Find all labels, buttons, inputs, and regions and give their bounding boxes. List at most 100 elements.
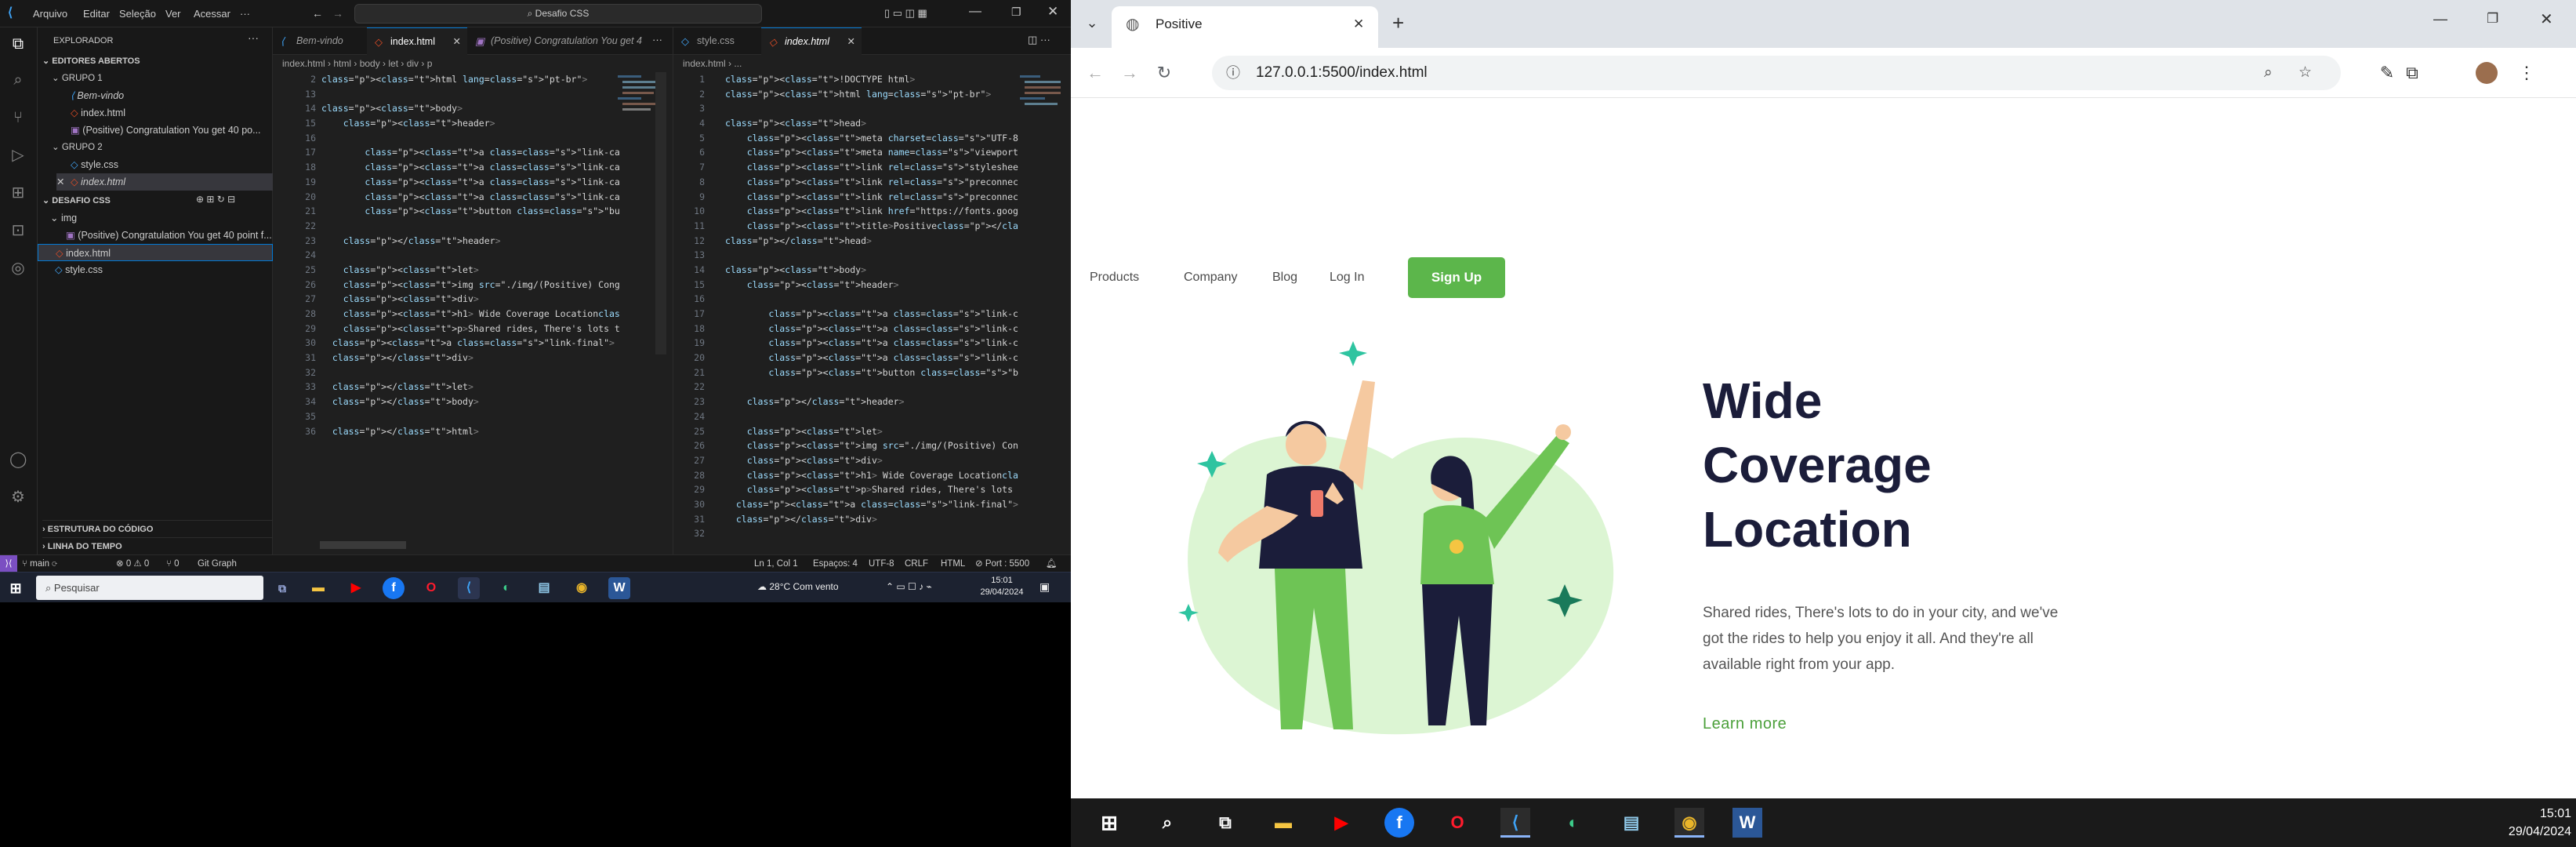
code-line[interactable]: class="p"><class="t">a class=class="s">"… bbox=[725, 497, 1018, 512]
menu-selecao[interactable]: Seleção bbox=[119, 0, 156, 27]
explorer-actions-icons[interactable]: ⊕ ⊞ ↻ ⊟ bbox=[196, 194, 235, 205]
git-graph-status[interactable]: Git Graph bbox=[198, 555, 237, 573]
forward-icon[interactable]: → bbox=[1116, 60, 1143, 86]
code-line[interactable]: class="p"></class="t">body> bbox=[321, 394, 619, 409]
live-server-port[interactable]: ⊘ Port : 5500 bbox=[975, 555, 1029, 573]
file-item[interactable]: ◇ style.css bbox=[55, 261, 290, 278]
scrollbar[interactable] bbox=[655, 72, 666, 354]
open-editor-item[interactable]: ◇ index.html bbox=[71, 104, 306, 122]
chrome-icon[interactable]: ◉ bbox=[1674, 808, 1704, 838]
code-line[interactable]: class="p"><class="t">link rel=class="s">… bbox=[725, 190, 1018, 205]
clock[interactable]: 15:01 29/04/2024 bbox=[980, 575, 1024, 598]
code-line[interactable]: class="p"><class="t">header> bbox=[321, 116, 619, 131]
profile-avatar[interactable] bbox=[2476, 62, 2498, 84]
code-line[interactable]: class="p"><class="t">a class=class="s">"… bbox=[321, 336, 619, 351]
code-line[interactable]: class="p"><class="t">a class=class="s">"… bbox=[321, 145, 619, 160]
cursor-position[interactable]: Ln 1, Col 1 bbox=[754, 555, 798, 573]
problems-indicator[interactable]: ⊗ 0 ⚠ 0 bbox=[116, 555, 149, 573]
code-line[interactable]: class="p"></class="t">header> bbox=[725, 394, 1018, 409]
new-tab-icon[interactable]: + bbox=[1392, 13, 1404, 33]
code-line[interactable]: class="p"><class="t">a class=class="s">"… bbox=[725, 322, 1018, 336]
minimap[interactable] bbox=[1020, 72, 1067, 174]
encoding[interactable]: UTF-8 bbox=[869, 555, 894, 573]
youtube-icon[interactable]: ▶ bbox=[345, 577, 367, 599]
code-line[interactable]: class="p"><class="t">let> bbox=[725, 424, 1018, 439]
code-line[interactable]: class="p"><class="t">a class=class="s">"… bbox=[725, 336, 1018, 351]
close-icon[interactable]: ✕ bbox=[56, 173, 64, 191]
code-line[interactable]: class="p"></class="t">div> bbox=[725, 512, 1018, 527]
extensions-icon[interactable]: ⊞ bbox=[9, 184, 27, 202]
code-line[interactable]: class="p"></class="t">head> bbox=[725, 234, 1018, 249]
branch-indicator[interactable]: ⑂ main ⟳ bbox=[22, 555, 57, 573]
menu-editar[interactable]: Editar bbox=[83, 0, 110, 27]
extensions-puzzle-icon[interactable]: ⧉ bbox=[2399, 60, 2425, 86]
code-line[interactable]: class="p"><class="t">p>Shared rides, The… bbox=[321, 322, 619, 336]
code-line[interactable]: class="p"><class="t">h1> Wide Coverage L… bbox=[321, 307, 619, 322]
code-line[interactable] bbox=[725, 380, 1018, 394]
nav-blog[interactable]: Blog bbox=[1272, 271, 1297, 285]
taskbar-search[interactable]: ⌕ Pesquisar bbox=[36, 576, 263, 600]
close-icon[interactable]: ✕ bbox=[1047, 4, 1058, 20]
layout-icons[interactable]: ▯ ▭ ◫ ▦ bbox=[884, 7, 927, 20]
code-line[interactable]: class="p"><class="t">a class=class="s">"… bbox=[321, 160, 619, 175]
run-debug-icon[interactable]: ▷ bbox=[9, 147, 27, 164]
source-control-icon[interactable]: ⑂ bbox=[9, 109, 27, 126]
ports-indicator[interactable]: ⑂ 0 bbox=[166, 555, 180, 573]
vscode-taskbar-icon[interactable]: ⟨ bbox=[1500, 808, 1530, 838]
code-line[interactable]: class="p"><class="t">p>Shared rides, The… bbox=[725, 482, 1018, 497]
minimize-icon[interactable]: — bbox=[969, 5, 981, 19]
code-line[interactable] bbox=[725, 101, 1018, 116]
file-item[interactable]: ▣ (Positive) Congratulation You get 40 p… bbox=[66, 227, 301, 244]
horizontal-scrollbar[interactable] bbox=[320, 541, 406, 549]
code-line[interactable]: class="p"><class="t">a class=class="s">"… bbox=[321, 175, 619, 190]
close-icon[interactable]: ✕ bbox=[453, 28, 461, 55]
editor-more-icon[interactable]: ··· bbox=[652, 34, 662, 45]
code-line[interactable]: class="p"></class="t">let> bbox=[321, 380, 619, 394]
code-line[interactable]: class="p"><class="t">body> bbox=[321, 101, 619, 116]
command-center[interactable]: ⌕ Desafio CSS bbox=[354, 4, 762, 24]
timeline-header[interactable]: › LINHA DO TEMPO bbox=[42, 537, 278, 554]
code-line[interactable]: class="p"><class="t">!DOCTYPE html> bbox=[725, 72, 1018, 87]
menu-acessar[interactable]: Acessar bbox=[194, 0, 230, 27]
code-area[interactable]: class="p"><class="t">html lang=class="s"… bbox=[321, 72, 619, 438]
word-icon[interactable]: W bbox=[1732, 808, 1762, 838]
close-icon[interactable]: ✕ bbox=[847, 28, 855, 55]
minimize-icon[interactable]: — bbox=[2433, 11, 2447, 27]
zoom-icon[interactable]: ⌕ bbox=[2264, 56, 2273, 90]
code-line[interactable]: class="p"><class="t">body> bbox=[725, 263, 1018, 278]
indentation[interactable]: Espaços: 4 bbox=[813, 555, 858, 573]
opera-icon[interactable]: O bbox=[420, 577, 442, 599]
code-line[interactable] bbox=[725, 292, 1018, 307]
menu-ver[interactable]: Ver bbox=[165, 0, 181, 27]
tab-search-icon[interactable]: ⌄ bbox=[1080, 11, 1104, 35]
notepad-icon[interactable]: ▤ bbox=[533, 577, 555, 599]
split-editor-icon[interactable]: ◫ ··· bbox=[1028, 34, 1050, 46]
code-line[interactable]: class="p"><class="t">a class=class="s">"… bbox=[321, 190, 619, 205]
back-icon[interactable]: ← bbox=[1082, 60, 1108, 86]
group1-header[interactable]: ⌄ GRUPO 1 bbox=[52, 70, 287, 87]
facebook-icon[interactable]: f bbox=[383, 577, 405, 599]
settings-gear-icon[interactable]: ⚙ bbox=[9, 489, 27, 506]
code-line[interactable] bbox=[321, 248, 619, 263]
notification-center-icon[interactable]: ▣ bbox=[1039, 580, 1050, 594]
search-icon[interactable]: ⌕ bbox=[1152, 808, 1182, 838]
open-editor-item-active[interactable]: ✕ ◇ index.html bbox=[56, 173, 273, 191]
tab-bem-vindo[interactable]: ⟨ Bem-vindo bbox=[273, 27, 367, 55]
end-of-line[interactable]: CRLF bbox=[905, 555, 928, 573]
group2-header[interactable]: ⌄ GRUPO 2 bbox=[52, 139, 287, 156]
code-line[interactable]: class="p"><class="t">a class=class="s">"… bbox=[725, 307, 1018, 322]
forward-arrow-icon[interactable]: → bbox=[332, 7, 343, 20]
code-line[interactable]: class="p"><class="t">meta charset=class=… bbox=[725, 131, 1018, 146]
account-icon[interactable]: ◯ bbox=[9, 451, 27, 468]
edge-icon[interactable]: ◐ bbox=[1558, 808, 1588, 838]
remote-icon[interactable]: ⊡ bbox=[9, 222, 27, 239]
site-info-icon[interactable]: ⓘ bbox=[1226, 56, 1240, 90]
file-item-selected[interactable]: ◇ index.html bbox=[38, 244, 273, 261]
code-line[interactable] bbox=[725, 248, 1018, 263]
code-line[interactable] bbox=[725, 409, 1018, 424]
notepad-icon[interactable]: ▤ bbox=[1616, 808, 1646, 838]
task-view-icon[interactable]: ⧉ bbox=[1210, 808, 1240, 838]
code-line[interactable]: class="p"><class="t">button class=class=… bbox=[321, 204, 619, 219]
learn-more-link[interactable]: Learn more bbox=[1703, 715, 1787, 733]
close-tab-icon[interactable]: ✕ bbox=[1353, 6, 1364, 42]
